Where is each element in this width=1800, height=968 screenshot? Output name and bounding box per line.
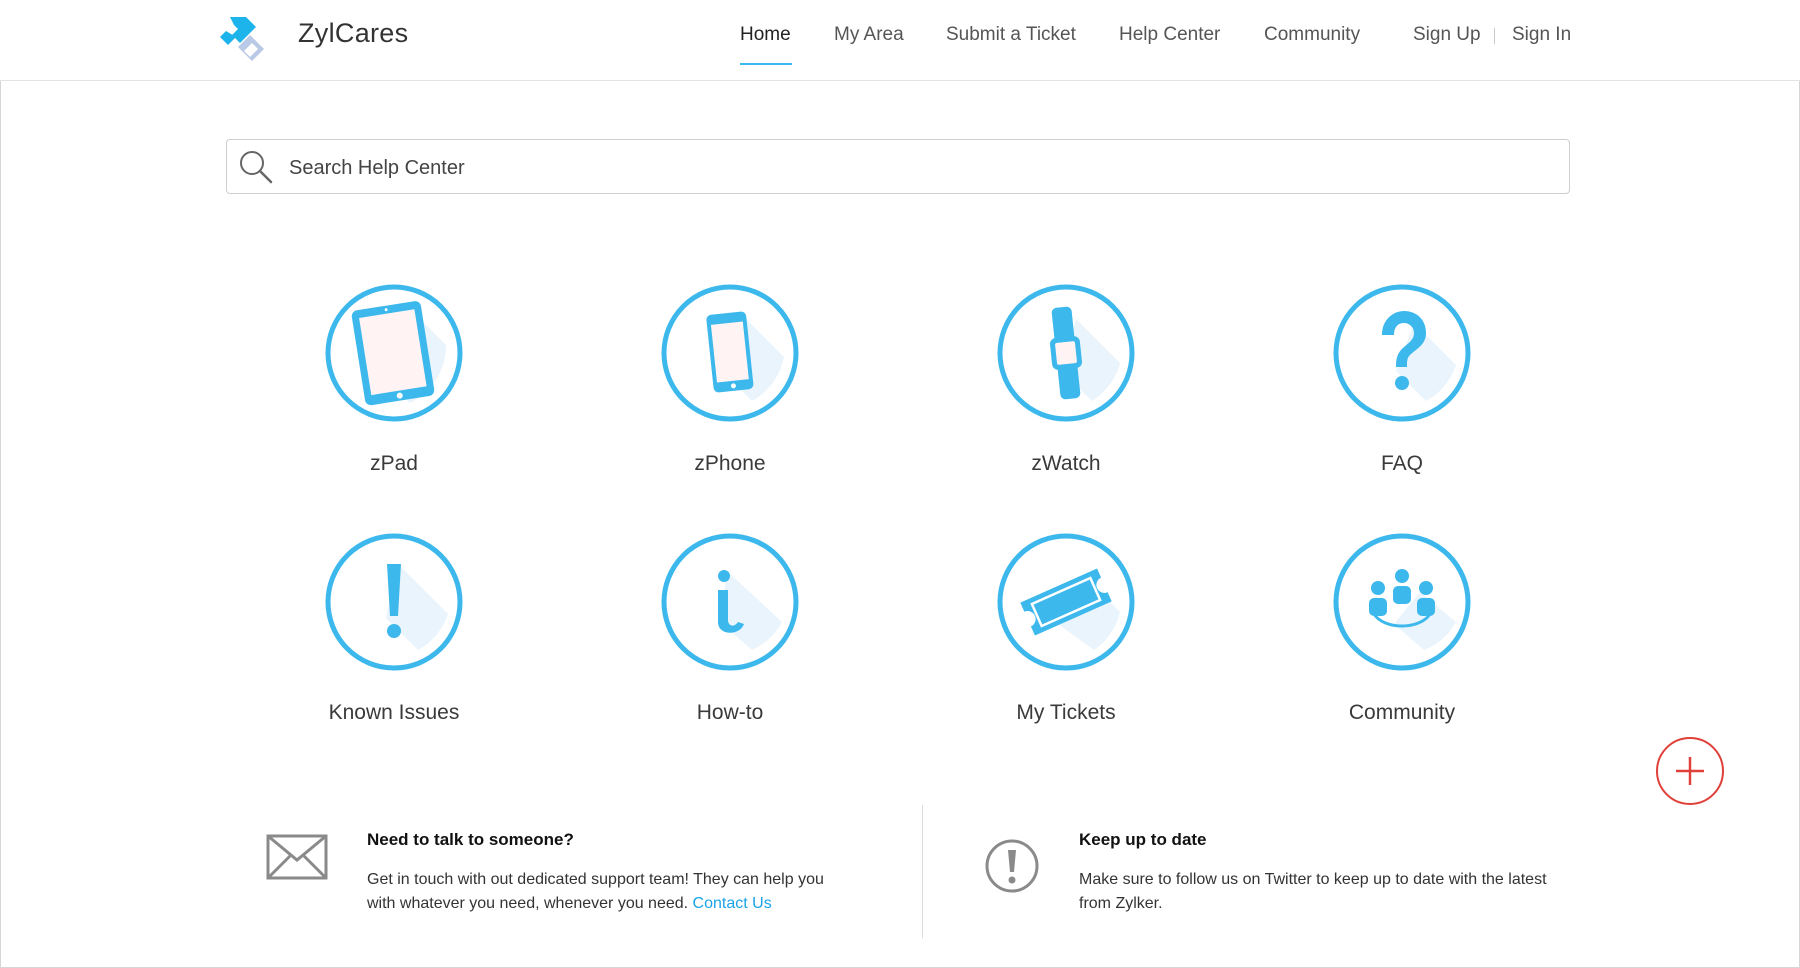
category-how-to[interactable]: How-to bbox=[610, 532, 850, 725]
category-label: How-to bbox=[696, 701, 764, 724]
brand-name[interactable]: ZylCares bbox=[298, 18, 408, 49]
info-icon bbox=[661, 533, 799, 671]
category-zpad[interactable]: zPad bbox=[274, 283, 514, 476]
category-known-issues[interactable]: Known Issues bbox=[274, 532, 514, 725]
nav-my-area[interactable]: My Area bbox=[834, 24, 904, 46]
category-community[interactable]: Community bbox=[1282, 532, 1522, 725]
nav-community[interactable]: Community bbox=[1264, 24, 1360, 46]
category-label: zWatch bbox=[1031, 452, 1101, 475]
plus-icon bbox=[1676, 757, 1704, 785]
category-label: My Tickets bbox=[1016, 701, 1116, 724]
search-icon bbox=[240, 151, 273, 184]
people-icon bbox=[1333, 533, 1471, 671]
updates-text: Make sure to follow us on Twitter to kee… bbox=[1079, 871, 1547, 912]
contact-us-link[interactable]: Contact Us bbox=[693, 895, 772, 912]
nav-active-indicator bbox=[740, 63, 792, 65]
nav-help-center[interactable]: Help Center bbox=[1119, 24, 1220, 46]
alert-circle-icon bbox=[985, 839, 1039, 893]
watch-icon bbox=[997, 284, 1135, 422]
category-label: Community bbox=[1348, 701, 1456, 724]
add-button[interactable] bbox=[1656, 737, 1724, 805]
category-my-tickets[interactable]: My Tickets bbox=[946, 532, 1186, 725]
updates-title: Keep up to date bbox=[1079, 830, 1207, 849]
envelope-icon bbox=[266, 834, 328, 880]
top-header: ZylCares Home My Area Submit a Ticket He… bbox=[0, 0, 1800, 81]
nav-home[interactable]: Home bbox=[740, 24, 791, 46]
category-faq[interactable]: FAQ bbox=[1282, 283, 1522, 476]
footer-divider bbox=[922, 805, 923, 938]
exclamation-icon bbox=[325, 533, 463, 671]
ticket-icon bbox=[997, 533, 1135, 671]
nav-separator bbox=[1494, 28, 1495, 44]
category-label: Known Issues bbox=[328, 701, 460, 724]
tablet-icon bbox=[325, 284, 463, 422]
sign-up-link[interactable]: Sign Up bbox=[1413, 24, 1481, 46]
nav-submit-ticket[interactable]: Submit a Ticket bbox=[946, 24, 1076, 46]
sign-in-link[interactable]: Sign In bbox=[1512, 24, 1571, 46]
contact-title: Need to talk to someone? bbox=[367, 830, 574, 849]
search-input[interactable] bbox=[287, 148, 1551, 188]
category-label: zPhone bbox=[694, 452, 766, 475]
search-bar[interactable] bbox=[226, 139, 1570, 194]
category-label: FAQ bbox=[1380, 452, 1423, 475]
category-label: zPad bbox=[370, 452, 418, 475]
category-zwatch[interactable]: zWatch bbox=[946, 283, 1186, 476]
question-icon bbox=[1333, 284, 1471, 422]
category-zphone[interactable]: zPhone bbox=[610, 283, 850, 476]
zylcares-logo-icon[interactable] bbox=[216, 13, 268, 63]
phone-icon bbox=[661, 284, 799, 422]
contact-text: Get in touch with out dedicated support … bbox=[367, 868, 847, 916]
